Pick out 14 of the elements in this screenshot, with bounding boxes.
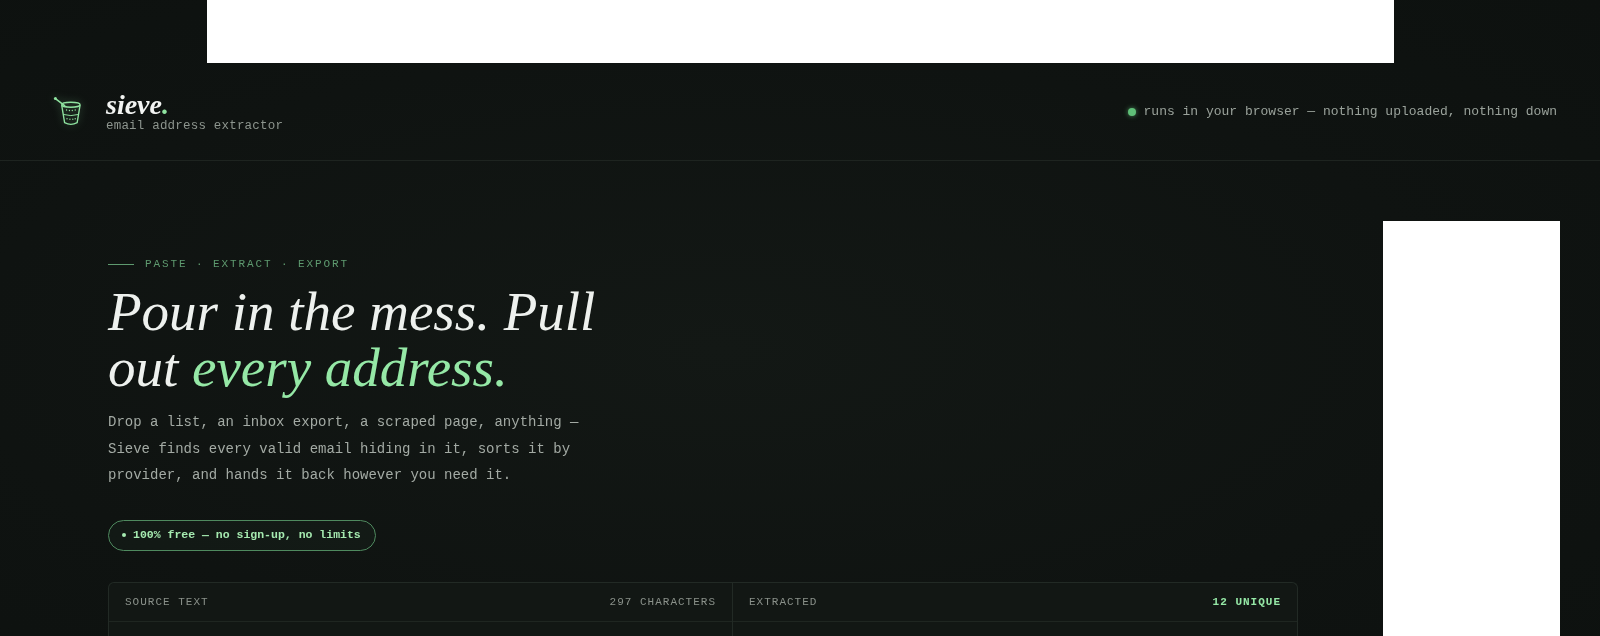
panel-count: 297 CHARACTERS [609,594,716,609]
eyebrow-line [108,263,134,265]
eyebrow-text: PASTE · EXTRACT · EXPORT [145,257,350,272]
intro-text: Drop a list, an inbox export, a scraped page, anything — Sieve finds every valid email hiding in it, sorts it by provider, and hands it back however you need it. [108,413,580,486]
panel-title: EXTRACTED [749,594,818,609]
status-text: runs in your browser — nothing uploaded, nothing down [1143,103,1557,120]
tagline: email address extractor [106,118,284,133]
bullet-dot-icon [122,533,126,538]
brand-name: sieve. [106,90,169,119]
free-badge-label: 100% free — no sign-up, no limits [133,528,361,543]
headline: Pour in the mess. Pull out every address. [108,284,597,396]
panel-count: 12 UNIQUE [1212,594,1281,609]
panel-title: SOURCE TEXT [125,594,209,609]
sieve-icon [53,96,82,127]
